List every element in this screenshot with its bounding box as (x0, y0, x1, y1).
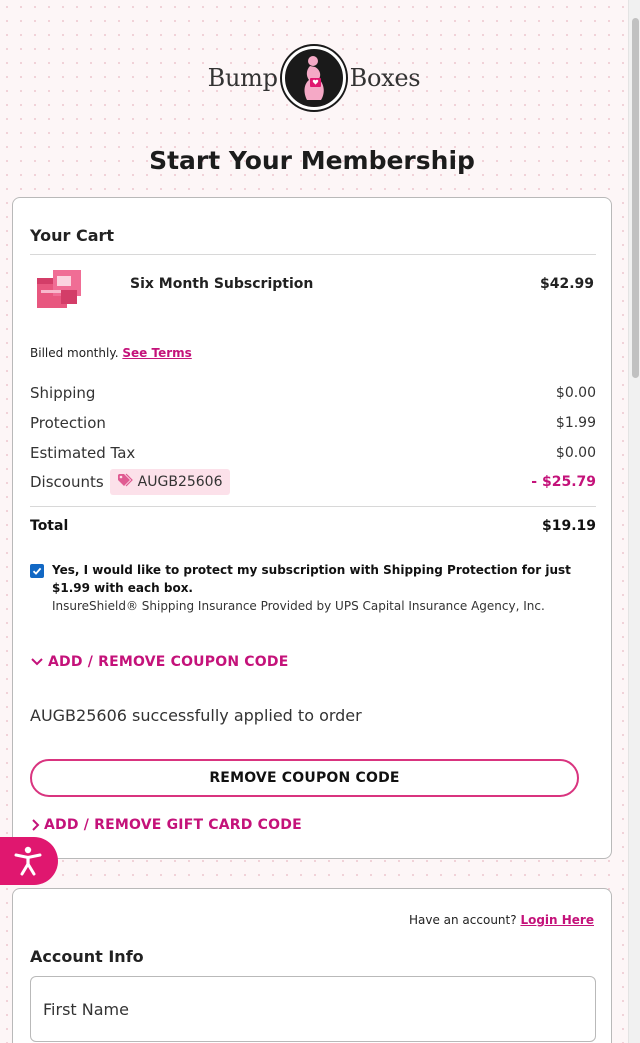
shipping-protection-option: Yes, I would like to protect my subscrip… (30, 561, 590, 615)
tag-icon (117, 473, 133, 491)
discounts-row: Discounts AUGB25606 - $25.79 (30, 469, 596, 495)
divider (30, 254, 596, 255)
logo-word-left: Bump (207, 64, 278, 92)
coupon-applied-message: AUGB25606 successfully applied to order (30, 706, 362, 725)
see-terms-link[interactable]: See Terms (122, 346, 191, 360)
coupon-code-toggle[interactable]: ADD / REMOVE COUPON CODE (30, 654, 288, 670)
divider (30, 506, 596, 507)
protection-row: Protection $1.99 (30, 414, 596, 432)
tax-value: $0.00 (555, 445, 596, 461)
tax-label: Estimated Tax (30, 444, 136, 462)
chevron-right-icon (32, 819, 40, 831)
coupon-code: AUGB25606 (137, 474, 223, 490)
cart-card: Your Cart Six Month Subscription $42.99 … (12, 197, 612, 859)
brand-logo[interactable]: Bump Boxes (0, 46, 628, 110)
first-name-input[interactable] (30, 976, 596, 1042)
billed-text: Billed monthly. (30, 346, 119, 360)
cart-title: Your Cart (30, 226, 115, 245)
accessibility-button[interactable] (0, 837, 58, 885)
login-link[interactable]: Login Here (520, 913, 594, 927)
discounts-label: Discounts (30, 473, 104, 491)
shipping-row: Shipping $0.00 (30, 384, 596, 402)
account-card: Have an account? Login Here Account Info (12, 888, 612, 1043)
product-price: $42.99 (539, 276, 594, 292)
gift-card-toggle[interactable]: ADD / REMOVE GIFT CARD CODE (30, 817, 302, 833)
gift-card-toggle-label: ADD / REMOVE GIFT CARD CODE (44, 817, 302, 833)
billing-note: Billed monthly. See Terms (30, 346, 192, 360)
check-icon (32, 567, 42, 575)
pregnant-woman-logo-icon (281, 46, 346, 110)
protection-label: Protection (30, 414, 106, 432)
product-image (35, 268, 85, 312)
shipping-value: $0.00 (555, 385, 596, 401)
logo-word-right: Boxes (349, 64, 421, 92)
chevron-down-icon (31, 658, 43, 666)
product-name: Six Month Subscription (130, 276, 314, 292)
remove-coupon-button[interactable]: REMOVE COUPON CODE (30, 759, 579, 797)
page-title: Start Your Membership (149, 146, 475, 175)
accessibility-icon (14, 846, 42, 876)
protection-checkbox[interactable] (30, 564, 44, 578)
total-label: Total (30, 518, 69, 534)
scrollbar-thumb[interactable] (632, 18, 639, 378)
shipping-label: Shipping (30, 384, 96, 402)
total-row: Total $19.19 (30, 518, 596, 534)
applied-coupon-tag: AUGB25606 (109, 469, 230, 495)
login-prompt: Have an account? Login Here (409, 913, 594, 927)
account-info-title: Account Info (30, 947, 144, 966)
protection-opt-in-text: Yes, I would like to protect my subscrip… (52, 563, 571, 595)
coupon-toggle-label: ADD / REMOVE COUPON CODE (48, 654, 289, 670)
total-value: $19.19 (541, 518, 596, 534)
discount-value: - $25.79 (531, 474, 596, 490)
protection-insurance-note: InsureShield® Shipping Insurance Provide… (52, 599, 545, 613)
page-scrollbar[interactable] (628, 0, 640, 1043)
have-account-text: Have an account? (408, 913, 517, 927)
tax-row: Estimated Tax $0.00 (30, 444, 596, 462)
protection-value: $1.99 (555, 415, 596, 431)
